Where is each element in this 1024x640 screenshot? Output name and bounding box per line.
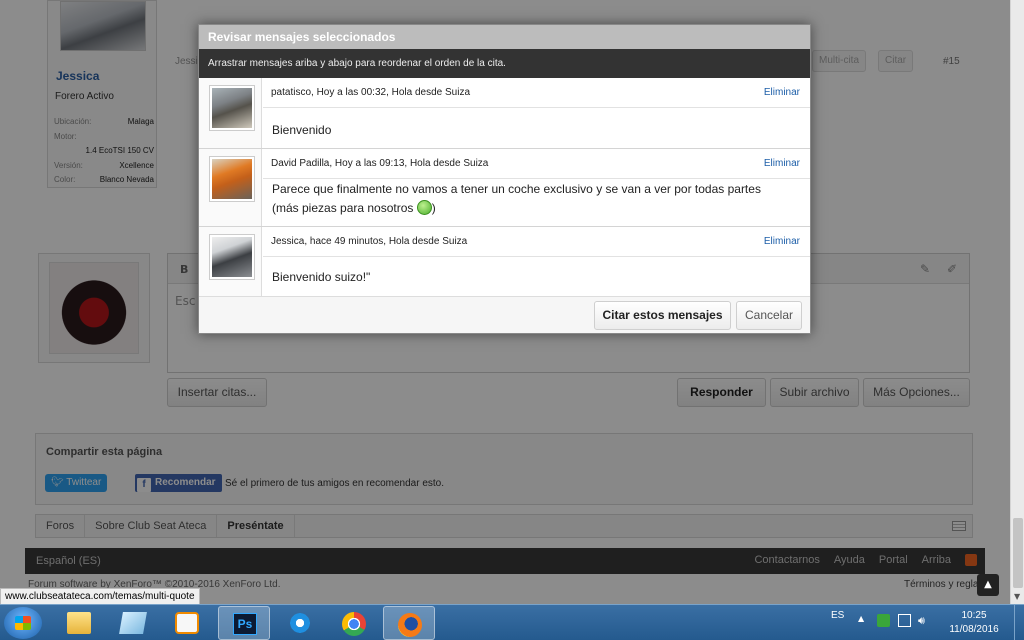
message-avatar (199, 78, 262, 148)
delete-link[interactable]: Eliminar (764, 158, 800, 169)
delete-link[interactable]: Eliminar (764, 236, 800, 247)
start-button[interactable] (4, 607, 42, 639)
message-avatar (199, 149, 262, 226)
notes-icon (119, 612, 147, 634)
quote-message[interactable]: Jessica, hace 49 minutos, Hola desde Sui… (199, 227, 810, 297)
dialog-footer: Citar estos mensajes Cancelar (199, 296, 810, 333)
network-icon[interactable] (898, 614, 911, 627)
message-body: Bienvenido (272, 123, 332, 137)
message-meta: David Padilla, Hoy a las 09:13, Hola des… (271, 158, 489, 169)
quote-messages-button[interactable]: Citar estos mensajes (594, 301, 731, 330)
photoshop-icon: Ps (233, 613, 257, 635)
message-header: patatisco, Hoy a las 00:32, Hola desde S… (263, 78, 810, 108)
message-avatar (199, 227, 262, 297)
tray-language[interactable]: ES (831, 610, 844, 621)
volume-icon[interactable]: 🔊︎ (918, 614, 931, 627)
dialog-title: Revisar mensajes seleccionados (199, 25, 810, 49)
chrome-icon (342, 612, 366, 636)
scrollbar-thumb[interactable] (1013, 518, 1023, 588)
message-header: Jessica, hace 49 minutos, Hola desde Sui… (263, 227, 810, 257)
message-body: Parece que finalmente no vamos a tener u… (272, 180, 790, 218)
review-quotes-dialog: Revisar mensajes seleccionados Arrastrar… (198, 24, 811, 334)
show-desktop-button[interactable] (1014, 605, 1024, 640)
taskbar-app-photoshop[interactable]: Ps (218, 606, 270, 640)
taskbar-app-explorer[interactable] (53, 606, 105, 640)
firefox-icon (398, 613, 422, 637)
internet-explorer-icon (288, 612, 312, 634)
security-icon[interactable] (877, 614, 890, 627)
taskbar-clock[interactable]: 10:25 11/08/2016 (944, 609, 1004, 637)
folder-icon (67, 612, 91, 634)
taskbar-app-firefox[interactable] (383, 606, 435, 640)
dialog-subtitle: Arrastrar mensajes ariba y abajo para re… (199, 49, 810, 78)
back-to-top-icon[interactable]: ▲ (977, 574, 999, 596)
windows-taskbar: Ps (0, 604, 1024, 640)
delete-link[interactable]: Eliminar (764, 87, 800, 98)
message-text: Parece que finalmente no vamos a tener u… (272, 182, 761, 215)
tray-expand-icon[interactable]: ▲ (858, 614, 864, 623)
quote-message[interactable]: David Padilla, Hoy a las 09:13, Hola des… (199, 149, 810, 227)
windows-logo-icon (15, 616, 31, 630)
taskbar-app-chrome[interactable] (328, 606, 380, 640)
scroll-down-icon[interactable]: ▼ (1014, 592, 1020, 601)
clock-time: 10:25 (961, 610, 987, 621)
status-url: www.clubseatateca.com/temas/multi-quote (0, 588, 200, 604)
smiley-icon (416, 200, 432, 215)
cancel-button[interactable]: Cancelar (736, 301, 802, 330)
message-body: Bienvenido suizo!" (272, 270, 371, 284)
media-player-icon (175, 612, 199, 634)
taskbar-app-media-player[interactable] (161, 606, 213, 640)
quote-message[interactable]: patatisco, Hoy a las 00:32, Hola desde S… (199, 78, 810, 149)
taskbar-app-internet-explorer[interactable] (274, 606, 326, 640)
message-meta: Jessica, hace 49 minutos, Hola desde Sui… (271, 236, 468, 247)
message-meta: patatisco, Hoy a las 00:32, Hola desde S… (271, 87, 471, 98)
taskbar-app-notes[interactable] (107, 606, 159, 640)
page-scrollbar[interactable]: ▼ (1010, 0, 1024, 604)
message-header: David Padilla, Hoy a las 09:13, Hola des… (263, 149, 810, 179)
clock-date: 11/08/2016 (949, 624, 999, 635)
message-text-end: ) (431, 201, 436, 215)
